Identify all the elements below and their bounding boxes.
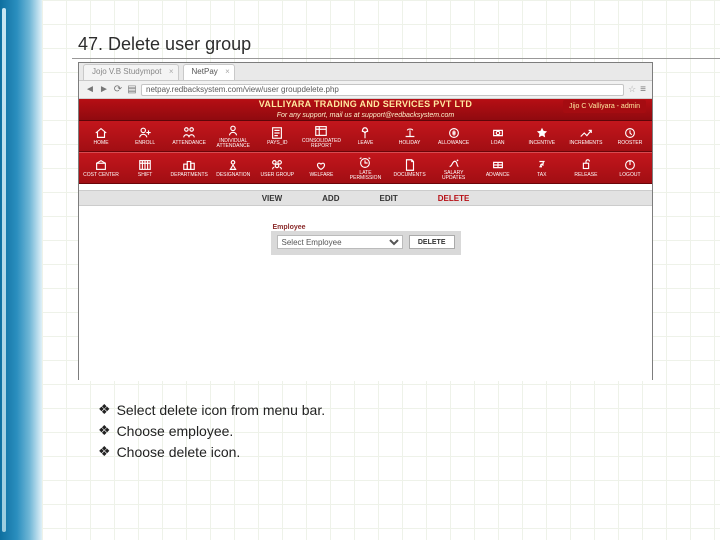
enroll-icon[interactable]: ENROLL <box>123 121 167 151</box>
icon-label: ADVANCE <box>486 173 510 178</box>
icon-label: CONSOLIDATED REPORT <box>302 139 341 149</box>
icon-label: ATTENDANCE <box>172 141 206 146</box>
designation-icon[interactable]: DESIGNATION <box>211 153 255 183</box>
browser-window: Jojo V.B Studympot × NetPay × ◄ ► ⟳ ▤ ☆ … <box>78 62 653 380</box>
individual-attendance-icon[interactable]: INDIVIDUAL ATTENDANCE <box>211 121 255 151</box>
close-icon[interactable]: × <box>169 67 174 76</box>
departments-icon[interactable]: DEPARTMENTS <box>167 153 211 183</box>
list-item: ❖Choose employee. <box>98 421 325 442</box>
icon-label: HOLIDAY <box>399 141 421 146</box>
attendance-icon[interactable]: ATTENDANCE <box>167 121 211 151</box>
incentive-icon[interactable]: INCENTIVE <box>520 121 564 151</box>
delete-form: Employee Select Employee DELETE <box>271 224 461 255</box>
icon-label: HOME <box>94 141 109 146</box>
payslip-icon[interactable]: PAYS_ID <box>255 121 299 151</box>
menu-icon[interactable]: ≡ <box>640 84 646 95</box>
bullet-list: ❖Select delete icon from menu bar. ❖Choo… <box>98 400 325 463</box>
forward-icon[interactable]: ► <box>99 85 109 95</box>
bullet-icon: ❖ <box>98 400 111 421</box>
icon-label: WELFARE <box>309 173 333 178</box>
icon-label: USER GROUP <box>261 173 295 178</box>
icon-label: SHIFT <box>138 173 152 178</box>
icon-label: LATE PERMISSION <box>343 171 387 181</box>
slide-spine <box>0 0 42 540</box>
icon-label: LOAN <box>491 141 505 146</box>
employee-select[interactable]: Select Employee <box>277 235 403 249</box>
reload-icon[interactable]: ⟳ <box>113 85 123 95</box>
app-header: VALLIYARA TRADING AND SERVICES PVT LTD F… <box>79 99 652 121</box>
user-group-icon[interactable]: USER GROUP <box>255 153 299 183</box>
documents-icon[interactable]: DOCUMENTS <box>388 153 432 183</box>
tax-icon[interactable]: TAX <box>520 153 564 183</box>
rooster-icon[interactable]: ROOSTER <box>608 121 652 151</box>
icon-label: INCREMENTS <box>569 141 602 146</box>
bookmark-icon[interactable]: ☆ <box>628 84 636 95</box>
address-bar: ◄ ► ⟳ ▤ ☆ ≡ <box>79 81 652 99</box>
list-item: ❖Select delete icon from menu bar. <box>98 400 325 421</box>
current-user: Jijo C Valliyara - admin <box>563 100 646 113</box>
icon-label: DEPARTMENTS <box>171 173 208 178</box>
bullet-icon: ❖ <box>98 442 111 463</box>
tab-strip: Jojo V.B Studympot × NetPay × <box>79 63 652 81</box>
logout-icon[interactable]: LOGOUT <box>608 153 652 183</box>
icon-label: DOCUMENTS <box>393 173 425 178</box>
back-icon[interactable]: ◄ <box>85 85 95 95</box>
salary-updates-icon[interactable]: SALARY UPDATES <box>432 153 476 183</box>
browser-tab[interactable]: Jojo V.B Studympot × <box>83 64 179 80</box>
submenu-edit[interactable]: EDIT <box>380 194 398 203</box>
icon-label: PAYS_ID <box>267 141 287 146</box>
icon-bar-row2: COST CENTER SHIFT DEPARTMENTS DESIGNATION US… <box>79 152 652 184</box>
slide-title: 47. Delete user group <box>78 34 251 55</box>
icon-label: RELEASE <box>574 173 597 178</box>
icon-label: INCENTIVE <box>528 141 555 146</box>
release-icon[interactable]: RELEASE <box>564 153 608 183</box>
delete-button[interactable]: DELETE <box>409 235 455 249</box>
list-item: ❖Choose delete icon. <box>98 442 325 463</box>
icon-label: DESIGNATION <box>216 173 250 178</box>
home-icon[interactable]: HOME <box>79 121 123 151</box>
loan-icon[interactable]: LOAN <box>476 121 520 151</box>
icon-label: SALARY UPDATES <box>432 171 476 181</box>
bullet-icon: ❖ <box>98 421 111 442</box>
url-input[interactable] <box>141 84 624 96</box>
consolidated-report-icon[interactable]: CONSOLIDATED REPORT <box>299 121 343 151</box>
cost-center-icon[interactable]: COST CENTER <box>79 153 123 183</box>
employee-label: Employee <box>271 224 461 231</box>
allowance-icon[interactable]: ALLOWANCE <box>432 121 476 151</box>
shift-icon[interactable]: SHIFT <box>123 153 167 183</box>
icon-bar-row1: HOME ENROLL ATTENDANCE INDIVIDUAL ATTENDANC… <box>79 121 652 152</box>
late-permission-icon[interactable]: LATE PERMISSION <box>343 153 387 183</box>
welfare-icon[interactable]: WELFARE <box>299 153 343 183</box>
icon-label: TAX <box>537 173 546 178</box>
browser-tab[interactable]: NetPay × <box>183 64 235 80</box>
icon-label: INDIVIDUAL ATTENDANCE <box>216 139 250 149</box>
page-icon: ▤ <box>127 85 137 95</box>
submenu-view[interactable]: VIEW <box>262 194 282 203</box>
submenu: VIEW ADD EDIT DELETE <box>79 190 652 206</box>
submenu-add[interactable]: ADD <box>322 194 339 203</box>
icon-label: LOGOUT <box>619 173 640 178</box>
icon-label: ALLOWANCE <box>438 141 469 146</box>
advance-icon[interactable]: ADVANCE <box>476 153 520 183</box>
close-icon[interactable]: × <box>225 67 230 76</box>
increments-icon[interactable]: INCREMENTS <box>564 121 608 151</box>
icon-label: COST CENTER <box>83 173 119 178</box>
leave-icon[interactable]: LEAVE <box>343 121 387 151</box>
icon-label: LEAVE <box>358 141 374 146</box>
holiday-icon[interactable]: HOLIDAY <box>388 121 432 151</box>
icon-label: ROOSTER <box>618 141 643 146</box>
title-rule <box>72 58 720 59</box>
app-viewport: VALLIYARA TRADING AND SERVICES PVT LTD F… <box>79 99 652 381</box>
icon-label: ENROLL <box>135 141 155 146</box>
submenu-delete[interactable]: DELETE <box>438 194 470 203</box>
